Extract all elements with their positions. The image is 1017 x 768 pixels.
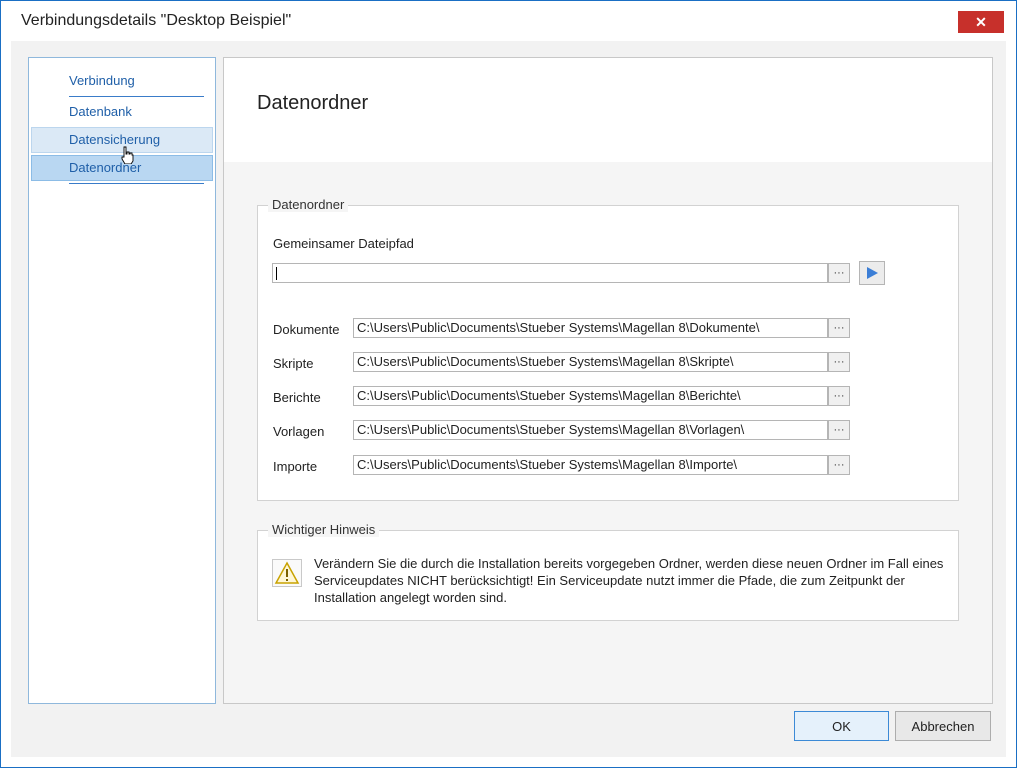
ellipsis-icon: ···: [833, 424, 845, 436]
notice-text: Verändern Sie die durch die Installation…: [314, 556, 944, 605]
play-icon: [867, 267, 878, 279]
folder-input-importe[interactable]: C:\Users\Public\Documents\Stueber System…: [353, 455, 828, 475]
folders-group-legend: Datenordner: [268, 197, 349, 212]
text-caret: [276, 267, 277, 280]
shared-path-label: Gemeinsamer Dateipfad: [273, 236, 414, 251]
folder-input-berichte[interactable]: C:\Users\Public\Documents\Stueber System…: [353, 386, 828, 406]
folder-browse-button-importe[interactable]: ···: [828, 455, 850, 475]
dialog-window: Verbindungsdetails "Desktop Beispiel" ✕ …: [0, 0, 1017, 768]
folder-input-dokumente[interactable]: C:\Users\Public\Documents\Stueber System…: [353, 318, 828, 338]
sidebar-item-label: Datenbank: [69, 104, 132, 119]
folder-input-vorlagen[interactable]: C:\Users\Public\Documents\Stueber System…: [353, 420, 828, 440]
cancel-button[interactable]: Abbrechen: [895, 711, 991, 741]
nav-underline: [69, 183, 204, 184]
shared-path-browse-button[interactable]: ···: [828, 263, 850, 283]
sidebar-nav: Verbindung Datenbank Datensicherung Date…: [28, 57, 216, 704]
notice-group: Wichtiger Hinweis Verändern Sie die durc…: [257, 522, 959, 621]
folder-path-value: C:\Users\Public\Documents\Stueber System…: [357, 354, 734, 369]
ok-button-label: OK: [832, 718, 851, 734]
notice-group-legend: Wichtiger Hinweis: [268, 522, 380, 537]
shared-path-input[interactable]: [272, 263, 828, 283]
ellipsis-icon: ···: [833, 322, 845, 334]
folder-browse-button-vorlagen[interactable]: ···: [828, 420, 850, 440]
folder-path-value: C:\Users\Public\Documents\Stueber System…: [357, 422, 745, 437]
header-band: Datenordner: [224, 58, 992, 162]
content-body: Datenordner Gemeinsamer Dateipfad ··· Do…: [224, 162, 992, 703]
title-bar[interactable]: Verbindungsdetails "Desktop Beispiel" ✕: [1, 1, 1016, 41]
folder-browse-button-skripte[interactable]: ···: [828, 352, 850, 372]
warning-icon: [272, 559, 302, 587]
folder-path-value: C:\Users\Public\Documents\Stueber System…: [357, 320, 760, 335]
ellipsis-icon: ···: [833, 459, 845, 471]
folder-browse-button-dokumente[interactable]: ···: [828, 318, 850, 338]
sidebar-item-verbindung[interactable]: Verbindung: [31, 68, 213, 97]
dialog-client-area: Verbindung Datenbank Datensicherung Date…: [11, 41, 1006, 757]
sidebar-item-label: Datensicherung: [69, 132, 161, 147]
folder-browse-button-berichte[interactable]: ···: [828, 386, 850, 406]
sidebar-item-label: Verbindung: [69, 73, 135, 88]
folder-label-berichte: Berichte: [273, 390, 321, 405]
cancel-button-label: Abbrechen: [911, 718, 975, 734]
folder-label-vorlagen: Vorlagen: [273, 424, 325, 439]
content-panel: Datenordner Datenordner Gemeinsamer Date…: [223, 57, 993, 704]
ellipsis-icon: ···: [833, 356, 845, 368]
apply-shared-path-button[interactable]: [859, 261, 885, 285]
close-button[interactable]: ✕: [958, 11, 1004, 33]
folder-input-skripte[interactable]: C:\Users\Public\Documents\Stueber System…: [353, 352, 828, 372]
folders-group: Datenordner Gemeinsamer Dateipfad ··· Do…: [257, 197, 959, 501]
ellipsis-icon: ···: [833, 267, 845, 279]
ellipsis-icon: ···: [833, 390, 845, 402]
page-title: Datenordner: [257, 92, 369, 114]
sidebar-item-datenbank[interactable]: Datenbank: [31, 99, 213, 125]
folder-label-importe: Importe: [273, 459, 318, 474]
window-title: Verbindungsdetails "Desktop Beispiel": [21, 12, 292, 29]
hand-cursor-icon: [121, 146, 134, 164]
folder-label-skripte: Skripte: [273, 356, 314, 371]
ok-button[interactable]: OK: [794, 711, 889, 741]
folder-path-value: C:\Users\Public\Documents\Stueber System…: [357, 457, 738, 472]
close-icon: ✕: [975, 13, 987, 30]
folder-label-dokumente: Dokumente: [273, 322, 340, 337]
nav-underline: [69, 96, 204, 97]
folder-path-value: C:\Users\Public\Documents\Stueber System…: [357, 388, 741, 403]
